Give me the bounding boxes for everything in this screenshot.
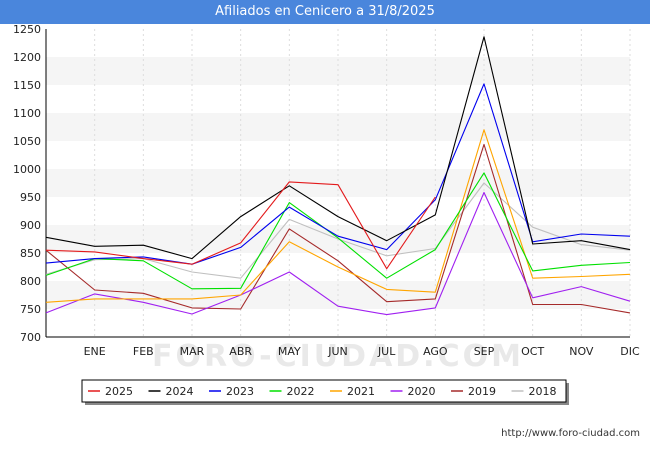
y-tick-label: 750 bbox=[20, 303, 41, 316]
legend-label-2018: 2018 bbox=[529, 385, 557, 398]
y-tick-label: 800 bbox=[20, 275, 41, 288]
legend-label-2021: 2021 bbox=[347, 385, 375, 398]
x-tick-label: MAY bbox=[278, 345, 301, 358]
y-tick-label: 1150 bbox=[13, 79, 41, 92]
y-tick-label: 1100 bbox=[13, 107, 41, 120]
x-tick-label: ABR bbox=[229, 345, 252, 358]
y-tick-label: 900 bbox=[20, 219, 41, 232]
legend-label-2020: 2020 bbox=[408, 385, 436, 398]
source-credit[interactable]: http://www.foro-ciudad.com bbox=[501, 428, 640, 439]
y-tick-label: 1200 bbox=[13, 51, 41, 64]
x-tick-label: FEB bbox=[133, 345, 154, 358]
legend-label-2019: 2019 bbox=[468, 385, 496, 398]
grid-band bbox=[46, 113, 630, 141]
grid-band bbox=[46, 169, 630, 197]
x-tick-label: ENE bbox=[84, 345, 106, 358]
x-tick-label: OCT bbox=[521, 345, 544, 358]
x-tick-label: JUL bbox=[377, 345, 396, 358]
line-chart: FORO-CIUDAD.COM7007508008509009501000105… bbox=[13, 23, 640, 405]
legend-label-2024: 2024 bbox=[166, 385, 194, 398]
legend-label-2023: 2023 bbox=[226, 385, 254, 398]
y-tick-label: 850 bbox=[20, 247, 41, 260]
y-tick-label: 700 bbox=[20, 331, 41, 344]
y-tick-label: 1050 bbox=[13, 135, 41, 148]
legend-label-2022: 2022 bbox=[287, 385, 315, 398]
legend-label-2025: 2025 bbox=[105, 385, 133, 398]
x-tick-label: JUN bbox=[327, 345, 348, 358]
x-tick-label: MAR bbox=[180, 345, 205, 358]
x-tick-label: DIC bbox=[620, 345, 640, 358]
x-tick-label: AGO bbox=[423, 345, 448, 358]
y-tick-label: 1250 bbox=[13, 23, 41, 36]
x-tick-label: SEP bbox=[474, 345, 495, 358]
y-tick-label: 1000 bbox=[13, 163, 41, 176]
y-tick-label: 950 bbox=[20, 191, 41, 204]
x-tick-label: NOV bbox=[569, 345, 594, 358]
